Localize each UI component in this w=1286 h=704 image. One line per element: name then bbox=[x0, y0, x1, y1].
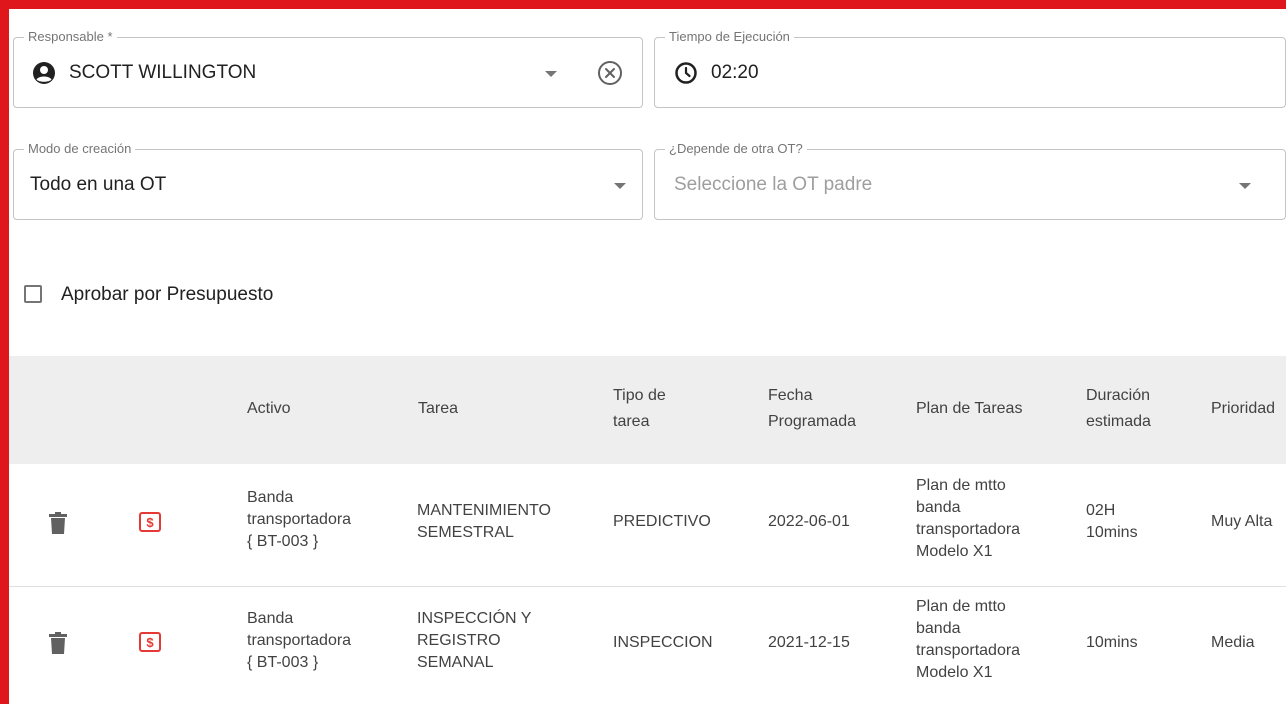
responsable-label: Responsable * bbox=[24, 29, 117, 45]
dollar-badge-icon[interactable]: $ bbox=[139, 632, 161, 657]
depende-label: ¿Depende de otra OT? bbox=[665, 141, 807, 157]
header-prioridad[interactable]: Prioridad bbox=[1211, 396, 1275, 422]
cell-tipo: PREDICTIVO bbox=[613, 513, 711, 530]
cell-prioridad: Muy Alta bbox=[1211, 513, 1273, 530]
modo-value: Todo en una OT bbox=[30, 174, 167, 195]
cell-tarea: MANTENIMIENTO SEMESTRAL bbox=[417, 502, 551, 541]
cell-prioridad: Media bbox=[1211, 634, 1255, 651]
tiempo-label: Tiempo de Ejecución bbox=[665, 29, 794, 45]
account-circle-icon bbox=[32, 61, 56, 90]
clear-circle-icon[interactable] bbox=[597, 60, 623, 91]
cell-fecha: 2021-12-15 bbox=[768, 634, 850, 651]
trash-icon[interactable] bbox=[49, 512, 67, 539]
cell-duracion: 02H 10mins bbox=[1086, 502, 1138, 541]
table-header: Activo Tarea Tipo de tarea Fecha Program… bbox=[9, 356, 1286, 464]
depende-placeholder: Seleccione la OT padre bbox=[674, 174, 873, 195]
svg-text:$: $ bbox=[146, 515, 154, 530]
cell-tipo: INSPECCION bbox=[613, 634, 713, 651]
header-duracion-estimada[interactable]: Duración estimada bbox=[1086, 383, 1151, 435]
responsable-select[interactable]: Responsable * SCOTT WILLINGTON bbox=[13, 29, 643, 108]
header-tarea[interactable]: Tarea bbox=[418, 396, 458, 422]
header-fecha-programada[interactable]: Fecha Programada bbox=[768, 383, 856, 435]
modo-creacion-select[interactable]: Modo de creación Todo en una OT bbox=[13, 141, 643, 220]
header-activo[interactable]: Activo bbox=[247, 396, 291, 422]
row-divider bbox=[9, 586, 1286, 587]
arrow-drop-down-icon[interactable] bbox=[545, 71, 557, 77]
depende-ot-select[interactable]: ¿Depende de otra OT? Seleccione la OT pa… bbox=[654, 141, 1286, 220]
tiempo-value: 02:20 bbox=[711, 62, 759, 83]
cell-plan: Plan de mtto banda transportadora Modelo… bbox=[916, 598, 1021, 681]
tiempo-ejecucion-field[interactable]: Tiempo de Ejecución 02:20 bbox=[654, 29, 1286, 108]
cell-tarea: INSPECCIÓN Y REGISTRO SEMANAL bbox=[417, 610, 532, 671]
cell-activo: Banda transportadora { BT-003 } bbox=[247, 610, 352, 671]
clock-icon bbox=[674, 61, 698, 90]
header-tipo-tarea[interactable]: Tipo de tarea bbox=[613, 383, 666, 435]
aprobar-presupuesto-label: Aprobar por Presupuesto bbox=[61, 284, 274, 305]
cell-fecha: 2022-06-01 bbox=[768, 513, 850, 530]
cell-plan: Plan de mtto banda transportadora Modelo… bbox=[916, 477, 1021, 560]
responsable-value: SCOTT WILLINGTON bbox=[69, 62, 257, 83]
cell-activo: Banda transportadora { BT-003 } bbox=[247, 489, 352, 550]
svg-text:$: $ bbox=[146, 635, 154, 650]
dollar-badge-icon[interactable]: $ bbox=[139, 512, 161, 537]
cell-duracion: 10mins bbox=[1086, 634, 1138, 651]
arrow-drop-down-icon[interactable] bbox=[1239, 183, 1251, 189]
aprobar-presupuesto-checkbox[interactable] bbox=[24, 285, 42, 303]
modo-label: Modo de creación bbox=[24, 141, 136, 157]
arrow-drop-down-icon[interactable] bbox=[614, 183, 626, 189]
header-plan-tareas[interactable]: Plan de Tareas bbox=[916, 396, 1022, 422]
trash-icon[interactable] bbox=[49, 632, 67, 659]
